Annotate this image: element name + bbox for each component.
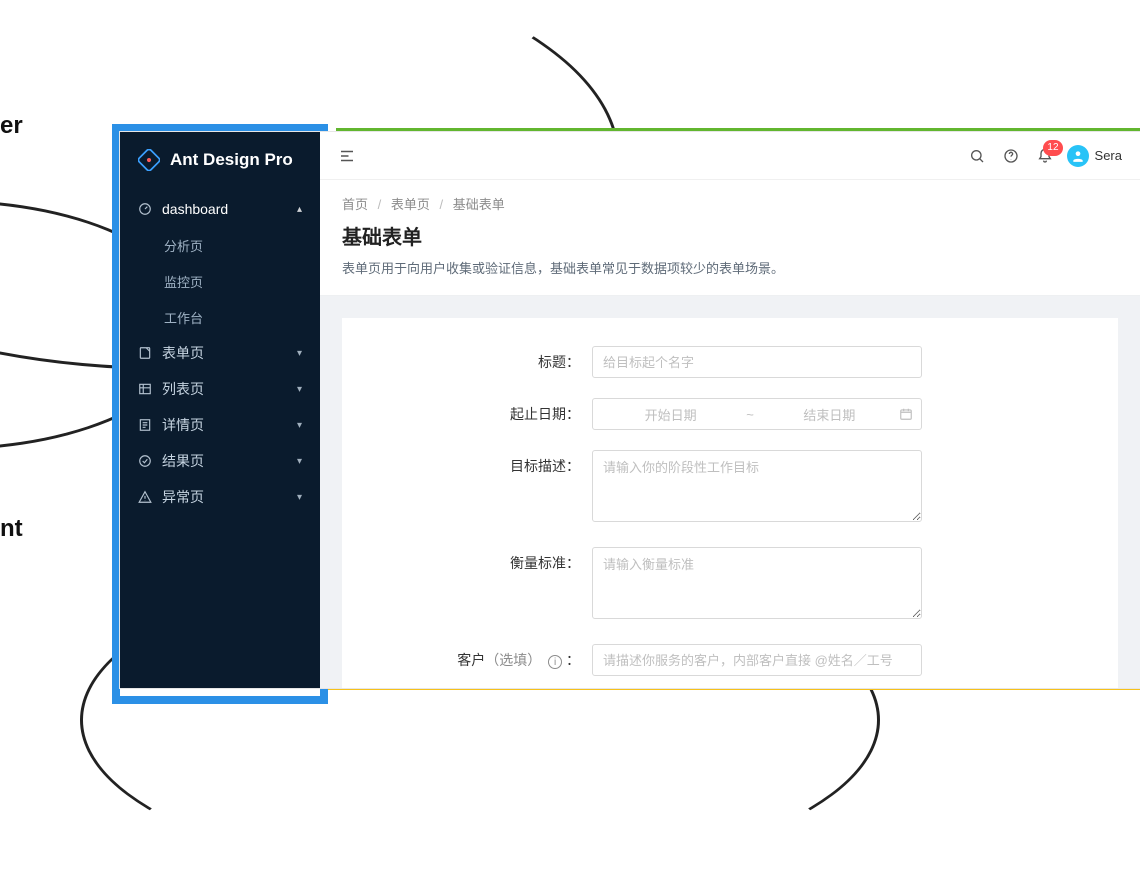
sidebar-item-label: 表单页 — [162, 343, 204, 363]
check-circle-icon — [138, 454, 152, 468]
form-label-title: 标题： — [342, 346, 592, 378]
chevron-down-icon: ▾ — [297, 420, 302, 431]
form-icon — [138, 346, 152, 360]
form-row-goal: 目标描述： — [342, 450, 1118, 527]
sidebar-submenu-dashboard: 分析页 监控页 工作台 — [120, 227, 320, 335]
sider-highlight — [112, 124, 328, 132]
breadcrumb-section[interactable]: 表单页 — [391, 197, 430, 212]
form-label-daterange: 起止日期： — [342, 398, 592, 430]
sidebar-item-form[interactable]: 表单页 ▾ — [120, 335, 320, 371]
sidebar-item-detail[interactable]: 详情页 ▾ — [120, 407, 320, 443]
search-icon[interactable] — [969, 148, 985, 164]
sidebar-subitem-workbench[interactable]: 工作台 — [120, 299, 320, 335]
main: 12 Sera 首页 / 表单页 / 基础表单 基础表单 表单页用于向用户收集或… — [320, 132, 1140, 688]
form-row-daterange: 起止日期： 开始日期 ~ 结束日期 — [342, 398, 1118, 430]
form-label-goal: 目标描述： — [342, 450, 592, 482]
sider-highlight — [112, 696, 328, 704]
sidebar-item-label: 监控页 — [164, 272, 203, 291]
sidebar-item-label: dashboard — [162, 201, 228, 217]
title-input[interactable] — [592, 346, 922, 378]
brand-logo-icon — [138, 149, 160, 171]
notifications-badge: 12 — [1043, 140, 1062, 156]
daterange-start: 开始日期 — [601, 405, 740, 424]
daterange-picker[interactable]: 开始日期 ~ 结束日期 — [592, 398, 922, 430]
chevron-up-icon: ▴ — [297, 204, 302, 215]
dashboard-icon — [138, 202, 152, 216]
sidebar-subitem-analysis[interactable]: 分析页 — [120, 227, 320, 263]
detail-icon — [138, 418, 152, 432]
brand[interactable]: Ant Design Pro — [120, 132, 320, 187]
page-content: 标题： 起止日期： 开始日期 ~ 结束日期 — [320, 296, 1140, 688]
sidebar-item-label: 详情页 — [162, 415, 204, 435]
page-title: 基础表单 — [342, 221, 1118, 250]
breadcrumb-sep: / — [378, 197, 382, 212]
info-icon[interactable]: i — [548, 655, 562, 669]
sidebar: Ant Design Pro dashboard ▴ 分析页 监控页 工作台 — [120, 132, 320, 688]
sidebar-item-label: 结果页 — [162, 451, 204, 471]
client-input[interactable] — [592, 644, 922, 676]
table-icon — [138, 382, 152, 396]
sidebar-subitem-monitor[interactable]: 监控页 — [120, 263, 320, 299]
annotation-sider-label: er — [0, 112, 23, 140]
chevron-down-icon: ▾ — [297, 348, 302, 359]
help-icon[interactable] — [1003, 148, 1019, 164]
sidebar-item-result[interactable]: 结果页 ▾ — [120, 443, 320, 479]
breadcrumb: 首页 / 表单页 / 基础表单 — [342, 194, 1118, 213]
chevron-down-icon: ▾ — [297, 456, 302, 467]
annotation-content-label: nt — [0, 515, 23, 543]
sidebar-item-label: 工作台 — [164, 308, 203, 327]
chevron-down-icon: ▾ — [297, 492, 302, 503]
sidebar-item-label: 列表页 — [162, 379, 204, 399]
sidebar-item-label: 分析页 — [164, 236, 203, 255]
metric-textarea[interactable] — [592, 547, 922, 619]
form-row-client: 客户（选填） i ： — [342, 644, 1118, 676]
sidebar-item-dashboard[interactable]: dashboard ▴ — [120, 191, 320, 227]
page-description: 表单页用于向用户收集或验证信息，基础表单常见于数据项较少的表单场景。 — [342, 258, 1118, 277]
chevron-down-icon: ▾ — [297, 384, 302, 395]
collapse-sidebar-button[interactable] — [338, 147, 356, 165]
daterange-sep: ~ — [746, 407, 754, 422]
header-bar: 12 Sera — [320, 132, 1140, 180]
breadcrumb-home[interactable]: 首页 — [342, 197, 368, 212]
warning-icon — [138, 490, 152, 504]
sidebar-item-exception[interactable]: 异常页 ▾ — [120, 479, 320, 515]
form-row-title: 标题： — [342, 346, 1118, 378]
page-header: 首页 / 表单页 / 基础表单 基础表单 表单页用于向用户收集或验证信息，基础表… — [320, 180, 1140, 296]
brand-name: Ant Design Pro — [170, 150, 293, 170]
goal-textarea[interactable] — [592, 450, 922, 522]
breadcrumb-sep: / — [440, 197, 444, 212]
avatar[interactable] — [1067, 145, 1089, 167]
daterange-end: 结束日期 — [760, 405, 899, 424]
username[interactable]: Sera — [1095, 148, 1122, 163]
form-card: 标题： 起止日期： 开始日期 ~ 结束日期 — [342, 318, 1118, 688]
calendar-icon — [899, 407, 913, 421]
sidebar-item-label: 异常页 — [162, 487, 204, 507]
sidebar-menu: dashboard ▴ 分析页 监控页 工作台 表单页 ▾ — [120, 187, 320, 688]
sider-highlight — [112, 124, 120, 704]
form-row-metric: 衡量标准： — [342, 547, 1118, 624]
app-frame: Ant Design Pro dashboard ▴ 分析页 监控页 工作台 — [120, 132, 1140, 688]
notifications-button[interactable]: 12 — [1037, 148, 1053, 164]
form-label-metric: 衡量标准： — [342, 547, 592, 579]
breadcrumb-current: 基础表单 — [453, 197, 505, 212]
sidebar-item-list[interactable]: 列表页 ▾ — [120, 371, 320, 407]
form-label-client: 客户（选填） i ： — [342, 644, 592, 676]
